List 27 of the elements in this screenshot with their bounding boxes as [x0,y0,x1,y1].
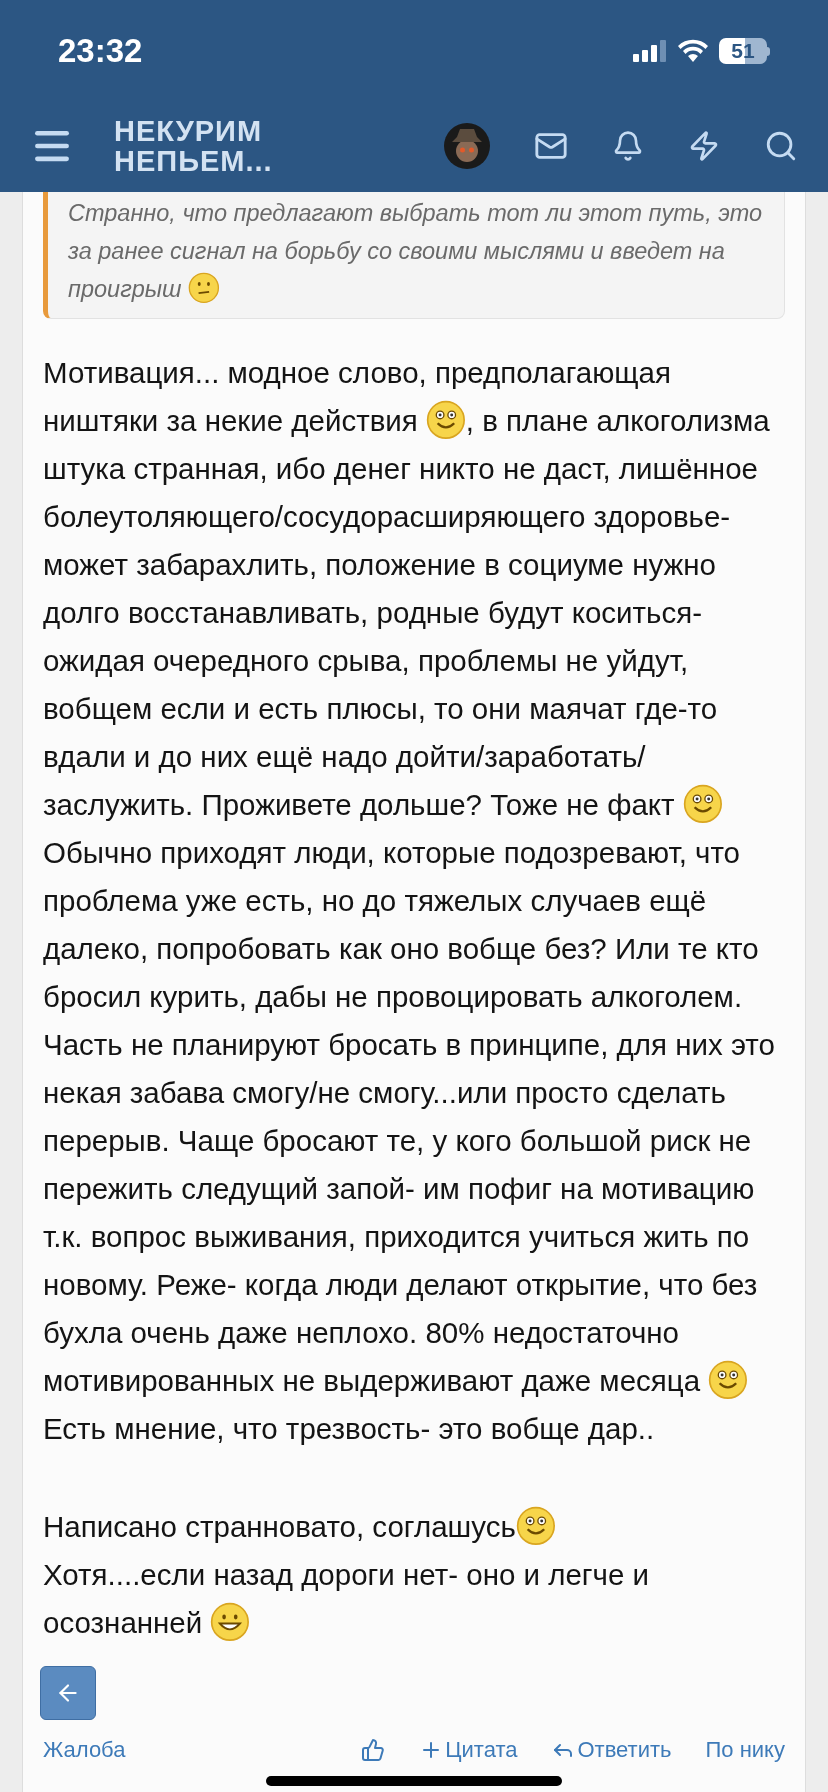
notifications-icon[interactable] [612,130,644,162]
back-button[interactable] [40,1666,96,1720]
site-logo[interactable]: НЕКУРИМ НЕПЬЕМ... [114,116,273,176]
post-paragraph: Есть мнение, что трезвость- это вобще дар.. [43,1411,656,1447]
like-icon[interactable] [361,1737,386,1762]
wifi-icon [677,39,709,63]
search-icon[interactable] [764,129,798,163]
post-paragraph: Мотивация... модное слово, предполагающая ништяки за некие действия , в плане алкоголизма штука странная, ибо денег никто не даст, лишённое болеутоляющего/сосудорасширяющего здоровье- может забарахлить, положение в социуме нужно долго восстанавливать, родные будут коситься- ожидая очередного срыва, проблемы не уйдут, вобщем если и есть плюсы, то они маячат где-то вдали и до них ещё надо дойти/заработать/заслужить. Проживете дольше? Тоже не факт [43,349,781,829]
clock-time: 23:32 [58,31,143,72]
post-paragraph: Написано странновато, соглашусь [43,1503,781,1551]
mention-link[interactable]: По нику [705,1733,785,1766]
quote-link[interactable]: Цитата [419,1733,518,1766]
smiley-icon [682,784,723,824]
lightning-icon[interactable] [688,130,720,162]
post-paragraph: Хотя....если назад дороги нет- оно и легче и осознанней [43,1551,781,1647]
smiley-icon [515,1506,556,1546]
report-link[interactable]: Жалоба [43,1733,126,1766]
grinning-smiley-icon [210,1602,251,1642]
smiley-icon [426,400,466,440]
post-paragraph: Обычно приходят люди, которые подозревают, что проблема уже есть, но до тяжелых случаев ещё далеко, попробовать как оно вобще без? Или те кто бросил курить, дабы не провоцировать алкоголем. Часть не планируют бросать в принципе, для них это некая забава смогу/не смогу...или просто сделать перерыв. Чаще бросают те, у кого большой риск не пережить следущий запой- им пофиг на мотивацию т.к. вопрос выживания, приходится учиться жить по новому. Реже- когда люди делают открытие, что без бухла очень даже неплохо. 80% недостаточно мотивированных не выдерживают даже месяца [43,829,781,1405]
battery-icon: 51 [719,38,770,64]
signal-icon [633,40,667,62]
reply-link[interactable]: Ответить [551,1733,672,1766]
quote-text: Странно, что предлагают выбрать тот ли этот путь, это за ранее сигнал на борьбу со своими мыслями и введет на проигрыш [68,194,768,308]
confused-smiley-icon [188,272,220,305]
avatar[interactable] [444,123,490,169]
smiley-icon [708,1360,749,1400]
